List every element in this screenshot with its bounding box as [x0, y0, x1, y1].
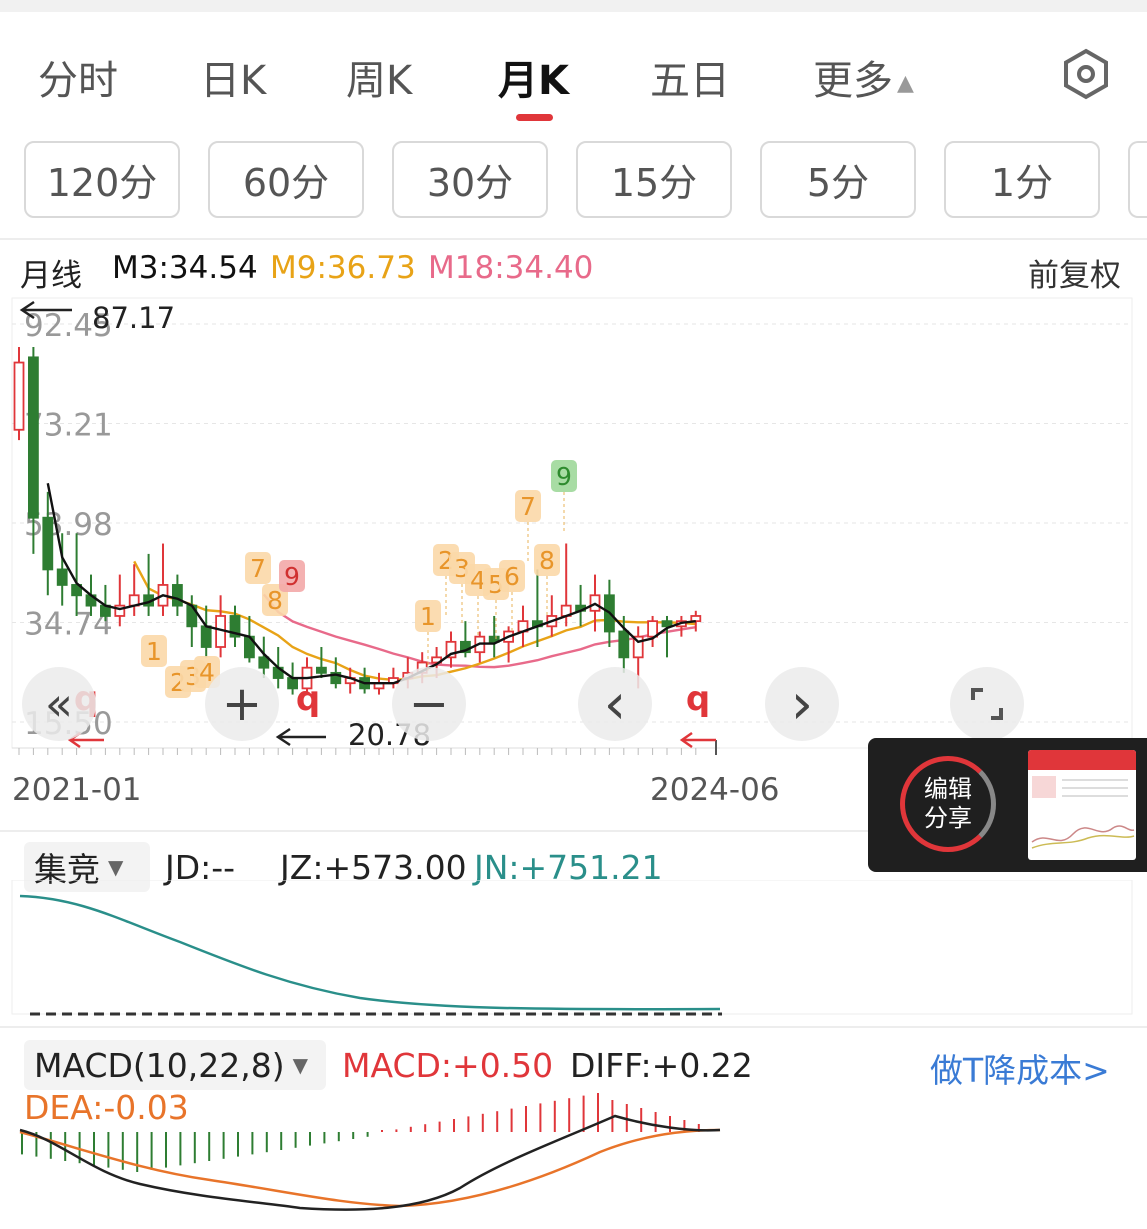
ma18-value: M18:34.40 [428, 250, 594, 286]
thumbnail-header [1028, 750, 1136, 770]
td-mark: 1 [420, 602, 436, 631]
td-q-mark: q [686, 679, 710, 719]
td-mark: 9 [284, 562, 300, 591]
candle-body [56, 568, 68, 586]
dea-line [19, 1128, 721, 1208]
dropdown-caret-icon: ▼ [108, 855, 124, 879]
candle-body [27, 356, 39, 519]
dropdown-caret-icon: ▼ [292, 1053, 309, 1077]
divider [0, 238, 1147, 240]
macd-selector-label: MACD(10,22,8) [34, 1045, 285, 1085]
fullscreen-button[interactable] [950, 667, 1024, 741]
share-line1: 编辑 [924, 775, 972, 803]
td-q-mark: q [296, 679, 320, 719]
x-axis-end-date: 2024-06 [650, 772, 780, 808]
period-overflow-button[interactable] [1128, 141, 1147, 218]
ma3-value: M3:34.54 [112, 250, 258, 286]
edit-share-button[interactable]: 编辑 分享 [900, 756, 996, 852]
td-mark: 8 [539, 546, 555, 575]
tab-monthly-k[interactable]: 月K [498, 48, 569, 106]
fullscreen-icon [971, 688, 1003, 720]
caret-up-icon: ▲ [897, 70, 914, 96]
active-tab-indicator [516, 114, 553, 121]
tab-weekly-k[interactable]: 周K [346, 48, 412, 106]
candle-body [42, 516, 54, 571]
td-mark: 6 [504, 562, 520, 591]
chart-type-label: 月线 [20, 258, 82, 294]
zoom-out-button[interactable]: − [392, 667, 466, 741]
share-popup[interactable]: 编辑 分享 [868, 738, 1147, 872]
auction-curve [19, 894, 721, 1011]
tab-daily-k[interactable]: 日K [200, 48, 266, 106]
candle-body [258, 656, 270, 669]
rewind-button[interactable]: « [22, 667, 96, 741]
candle-body [171, 584, 183, 607]
high-value-label: 87.17 [92, 301, 175, 335]
zoom-in-button[interactable]: + [205, 667, 279, 741]
candle-body [647, 620, 658, 638]
tab-intraday[interactable]: 分时 [38, 48, 118, 106]
td-mark: 9 [556, 462, 572, 491]
auction-chart [11, 880, 1133, 1016]
candle-body [13, 361, 25, 431]
period-5min-button[interactable]: 5分 [760, 141, 916, 218]
screenshot-thumbnail[interactable] [1028, 750, 1136, 860]
x-axis-start-date: 2021-01 [12, 772, 142, 808]
divider [0, 1026, 1147, 1028]
next-button[interactable]: › [765, 667, 839, 741]
period-120min-button[interactable]: 120分 [24, 141, 180, 218]
macd-chart [19, 1093, 721, 1211]
ma9-value: M9:36.73 [270, 250, 416, 286]
period-30min-button[interactable]: 30分 [392, 141, 548, 218]
prev-button[interactable]: ‹ [578, 667, 652, 741]
tab-more[interactable]: 更多 ▲ [813, 48, 914, 106]
tab-five-day[interactable]: 五日 [650, 48, 730, 106]
status-strip [0, 0, 1147, 12]
period-60min-button[interactable]: 60分 [208, 141, 364, 218]
candle-body [200, 625, 212, 648]
td-mark: 1 [146, 637, 162, 666]
period-15min-button[interactable]: 15分 [576, 141, 732, 218]
y-tick-label: 34.74 [24, 606, 113, 642]
period-1min-button[interactable]: 1分 [944, 141, 1100, 218]
thumbnail-chart-icon [1031, 776, 1135, 849]
td-mark: 7 [250, 554, 266, 583]
macd-histogram [21, 1093, 700, 1172]
candle-body [661, 620, 673, 628]
grid [12, 323, 1132, 723]
td-mark: 7 [520, 492, 536, 521]
adjustment-mode-toggle[interactable]: 前复权 [1028, 250, 1121, 295]
share-line2: 分享 [924, 804, 972, 832]
candle-body [618, 630, 630, 659]
candle-body [315, 666, 327, 674]
hexagon-settings-icon[interactable] [1060, 48, 1112, 100]
tab-more-label: 更多 [813, 58, 893, 104]
